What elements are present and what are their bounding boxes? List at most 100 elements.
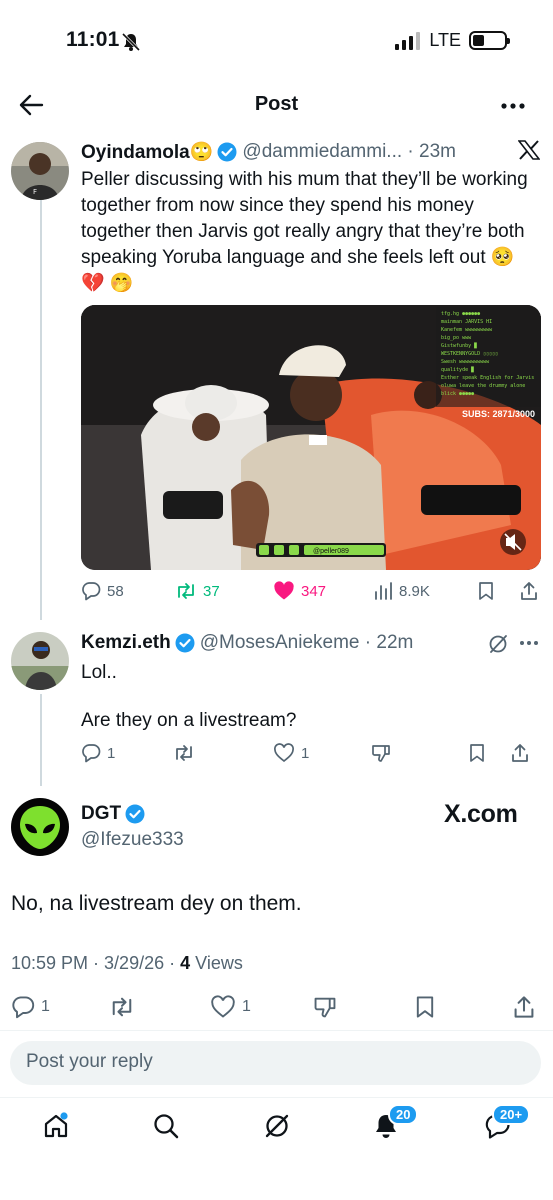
tweet-header: DGT	[81, 803, 150, 825]
handle[interactable]: @Ifezue333	[81, 829, 184, 851]
post-time: 10:59 PM	[11, 953, 89, 973]
status-indicators: LTE	[395, 30, 510, 51]
bookmark-button[interactable]	[468, 743, 510, 763]
heart-filled-icon	[274, 581, 294, 600]
messages-badge: 20+	[492, 1104, 531, 1125]
like-button[interactable]: 347	[273, 581, 373, 601]
heart-icon	[211, 995, 235, 1018]
views-icon	[375, 582, 392, 600]
nav-home[interactable]	[42, 1112, 70, 1140]
more-options-icon[interactable]	[519, 640, 539, 646]
share-icon	[521, 582, 537, 600]
thumbs-down-icon	[372, 745, 390, 762]
share-button[interactable]	[519, 581, 539, 601]
avatar[interactable]	[11, 632, 69, 690]
status-time: 11:01	[66, 28, 120, 51]
tweet-actions: 58 37 347 8.9K	[81, 581, 541, 601]
tweet-text-line: Are they on a livestream?	[81, 710, 297, 731]
display-name[interactable]: Kemzi.eth	[81, 632, 171, 654]
bookmark-icon	[416, 996, 434, 1018]
svg-text:blick ●●●●●: blick ●●●●●	[441, 391, 474, 397]
avatar[interactable]	[11, 798, 69, 856]
svg-text:Gistwfunby ▉: Gistwfunby ▉	[441, 342, 477, 349]
share-icon	[512, 744, 528, 762]
views-count[interactable]: 4	[180, 953, 190, 974]
home-icon	[44, 1112, 68, 1138]
svg-text:Esther speak English for Jarv: Esther speak English for Jarvis	[441, 375, 534, 381]
thread-connector	[40, 694, 42, 786]
svg-text:qualityde ▉: qualityde ▉	[441, 366, 474, 373]
svg-text:big_po www: big_po www	[441, 335, 472, 341]
avatar[interactable]: F	[11, 142, 69, 200]
nav-grok[interactable]	[263, 1112, 291, 1140]
reply-icon	[82, 744, 101, 763]
handle[interactable]: @MosesAniekeme	[200, 632, 360, 654]
reply-input[interactable]: Post your reply	[10, 1041, 541, 1085]
tweet-header: Kemzi.eth @MosesAniekeme · 22m	[81, 632, 414, 654]
svg-text:oluwa leave the drummy alone: oluwa leave the drummy alone	[441, 383, 525, 389]
video-thumbnail[interactable]: tfg.hg ●●●●●● mainman JARVIS HI Kanefem …	[81, 305, 541, 570]
svg-text:tfg.hg ●●●●●●: tfg.hg ●●●●●●	[441, 311, 480, 317]
verified-badge-icon	[125, 804, 145, 824]
reply-icon	[82, 582, 101, 601]
views-label: Views	[195, 953, 243, 973]
name-emoji: 🙄	[189, 142, 214, 163]
display-name[interactable]: DGT	[81, 803, 121, 825]
more-options-icon[interactable]	[500, 102, 526, 110]
display-name[interactable]: Oyindamola🙄	[81, 140, 213, 164]
divider	[0, 1097, 553, 1098]
handle[interactable]: @dammiedammi...	[242, 141, 402, 163]
svg-text:Swesh wwwwwwwwww: Swesh wwwwwwwwww	[441, 359, 490, 365]
repost-button[interactable]: 37	[175, 581, 273, 601]
share-button[interactable]	[512, 995, 536, 1019]
verified-badge-icon	[217, 142, 237, 162]
like-button[interactable]: 1	[210, 995, 312, 1019]
silent-mode-icon	[121, 32, 141, 52]
timestamp[interactable]: 23m	[419, 141, 456, 163]
reply-button[interactable]: 1	[81, 743, 173, 763]
search-icon	[154, 1114, 179, 1139]
x-com-watermark: X.com	[444, 800, 518, 828]
page-title: Post	[254, 93, 299, 115]
timestamp[interactable]: 22m	[376, 632, 413, 654]
svg-text:F: F	[33, 188, 37, 196]
repost-icon	[178, 583, 194, 599]
share-button[interactable]	[510, 743, 530, 763]
post-date: 3/29/26	[104, 953, 165, 973]
nav-search[interactable]	[152, 1112, 180, 1140]
repost-button[interactable]	[173, 743, 273, 763]
bookmark-icon	[470, 744, 484, 762]
bookmark-button[interactable]	[477, 581, 519, 601]
reply-button[interactable]: 58	[81, 581, 175, 601]
tweet-header: Oyindamola🙄 @dammiedammi... · 23m	[81, 140, 456, 164]
dislike-button[interactable]	[370, 743, 468, 763]
signal-icon	[395, 31, 421, 50]
like-button[interactable]: 1	[273, 743, 370, 763]
reply-icon	[12, 996, 35, 1019]
grok-icon[interactable]	[487, 633, 509, 655]
thread-connector	[40, 200, 42, 620]
tweet-meta: 10:59 PM · 3/29/26 · 4 Views	[11, 953, 243, 974]
tweet-text-line: Lol..	[81, 662, 117, 683]
share-icon	[514, 996, 534, 1018]
svg-text:Kanefem wwwwwwwww: Kanefem wwwwwwwww	[441, 327, 493, 333]
svg-text:mainman JARVIS HI: mainman JARVIS HI	[441, 319, 492, 325]
svg-text:WESTKENNYGOLD ▯▯▯▯▯: WESTKENNYGOLD ▯▯▯▯▯	[441, 351, 498, 357]
tweet-actions: 1 1	[81, 743, 541, 763]
battery-icon	[469, 31, 510, 50]
repost-button[interactable]	[109, 995, 210, 1019]
dislike-button[interactable]	[312, 995, 414, 1019]
bookmark-icon	[479, 582, 493, 600]
reply-button[interactable]: 1	[11, 995, 109, 1019]
thumbs-down-icon	[314, 997, 336, 1018]
network-type: LTE	[429, 30, 461, 50]
x-logo-icon	[518, 140, 540, 160]
reply-placeholder: Post your reply	[26, 1051, 153, 1072]
bookmark-button[interactable]	[414, 995, 512, 1019]
views-button[interactable]: 8.9K	[373, 581, 477, 601]
social-handle-overlay: @peller089	[313, 548, 349, 555]
heart-icon	[274, 743, 294, 763]
repost-icon	[112, 997, 132, 1017]
notifications-badge: 20	[388, 1104, 419, 1125]
tweet-actions: 1 1	[11, 995, 541, 1019]
